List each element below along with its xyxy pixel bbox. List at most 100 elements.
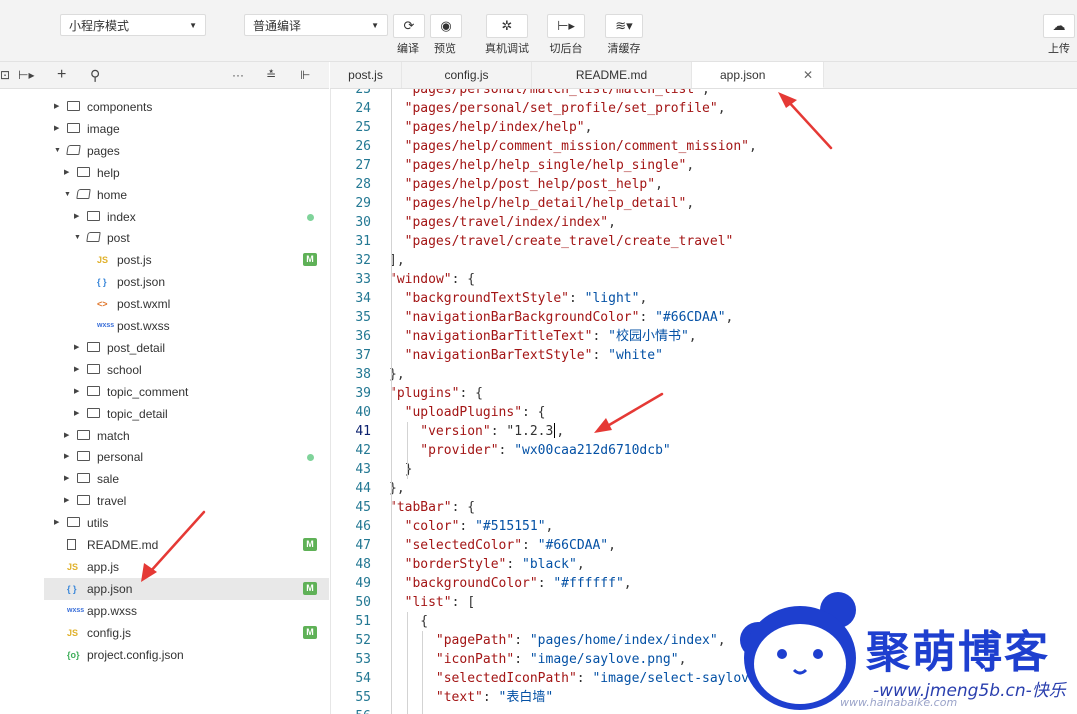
- chevron-right-icon[interactable]: ▶: [54, 96, 64, 118]
- sort-icon[interactable]: ≛: [266, 62, 276, 88]
- tree-item[interactable]: wxss post.wxss: [44, 315, 329, 337]
- line-number: 36: [355, 329, 371, 344]
- tree-item-label: utils: [87, 516, 109, 531]
- tree-item[interactable]: ▶ image: [44, 118, 329, 140]
- line-number: 29: [355, 196, 371, 211]
- code-line: "uploadPlugins": {: [404, 405, 546, 420]
- chevron-down-icon[interactable]: ▼: [54, 140, 64, 162]
- tree-item[interactable]: JS config.js M: [44, 622, 329, 644]
- tree-item[interactable]: ▼ post: [44, 227, 329, 249]
- chevron-right-icon[interactable]: ▶: [74, 337, 84, 359]
- tree-item[interactable]: ▶ utils: [44, 512, 329, 534]
- tree-item[interactable]: ▼ home: [44, 184, 329, 206]
- remote-debug-button[interactable]: ✲ 真机调试: [484, 14, 530, 56]
- tree-item[interactable]: ▶ topic_detail: [44, 403, 329, 425]
- tree-item[interactable]: ▶ travel: [44, 490, 329, 512]
- modified-badge: M: [303, 625, 317, 639]
- indent-guide: [390, 89, 392, 714]
- chevron-right-icon[interactable]: ▶: [64, 490, 74, 512]
- tree-item[interactable]: ▼ pages: [44, 140, 329, 162]
- line-number: 27: [355, 158, 371, 173]
- code-line: "selectedColor": "#66CDAA",: [404, 538, 616, 553]
- line-number: 56: [331, 707, 371, 714]
- compile-button[interactable]: ⟳ 编译: [393, 14, 425, 56]
- toolbar: 小程序模式 ▼ 普通编译 ▼ ⟳ 编译 ◉ 预览 ✲ 真机调试 ⊢▸ 切后台 ≋…: [0, 0, 1077, 62]
- code-line: "pages/travel/index/index",: [404, 215, 616, 230]
- chevron-right-icon[interactable]: ▶: [64, 425, 74, 447]
- tree-item[interactable]: JS post.js M: [44, 249, 329, 271]
- tree-item[interactable]: ▶ help: [44, 162, 329, 184]
- json-file-icon: { }: [67, 583, 77, 594]
- folder-open-icon: [66, 144, 81, 155]
- tree-item[interactable]: {o} project.config.json: [44, 644, 329, 666]
- preview-button[interactable]: ◉ 预览: [430, 14, 462, 56]
- folder-icon: [77, 495, 90, 506]
- chevron-down-icon: ▼: [371, 21, 379, 30]
- chevron-right-icon[interactable]: ▶: [74, 359, 84, 381]
- tab-app-json[interactable]: app.json ✕: [692, 62, 824, 88]
- folder-icon: [87, 385, 100, 396]
- folder-icon: [77, 429, 90, 440]
- line-number: 42: [355, 443, 371, 458]
- more-icon[interactable]: ···: [232, 62, 244, 88]
- tree-item[interactable]: <> post.wxml: [44, 293, 329, 315]
- watermark-footer: www.hainabaike.com: [840, 696, 958, 709]
- tree-item[interactable]: JS app.js: [44, 556, 329, 578]
- chevron-right-icon[interactable]: ▶: [74, 381, 84, 403]
- collapse-panel-icon[interactable]: ⊢▸: [18, 62, 34, 88]
- tree-item[interactable]: ▶ topic_comment: [44, 381, 329, 403]
- line-number: 48: [355, 557, 371, 572]
- layout-icon[interactable]: ⊡: [0, 62, 10, 88]
- tree-item[interactable]: README.md M: [44, 534, 329, 556]
- modified-badge: M: [303, 253, 317, 267]
- bug-icon: ✲: [486, 14, 528, 38]
- code-line: "pages/travel/create_travel/create_trave…: [404, 234, 734, 249]
- compile-select[interactable]: 普通编译 ▼: [244, 14, 388, 36]
- mode-select[interactable]: 小程序模式 ▼: [60, 14, 206, 36]
- chevron-right-icon[interactable]: ▶: [74, 206, 84, 228]
- add-file-icon[interactable]: +: [57, 62, 66, 88]
- clear-cache-button[interactable]: ≋▾ 清缓存: [604, 14, 644, 56]
- code-line: "pagePath": "pages/home/index/index",: [435, 633, 726, 648]
- collapse-all-icon[interactable]: ⊩: [300, 62, 310, 88]
- chevron-right-icon[interactable]: ▶: [54, 118, 64, 140]
- tree-item[interactable]: ▶ school: [44, 359, 329, 381]
- chevron-down-icon[interactable]: ▼: [74, 227, 84, 249]
- chevron-right-icon[interactable]: ▶: [64, 446, 74, 468]
- tree-item[interactable]: { } app.json M: [44, 577, 329, 600]
- tree-item-label: post.wxml: [117, 297, 171, 312]
- tree-item[interactable]: ▶ sale: [44, 468, 329, 490]
- background-switch-button[interactable]: ⊢▸ 切后台: [546, 14, 586, 56]
- upload-button[interactable]: ☁ 上传: [1042, 14, 1076, 56]
- tree-item[interactable]: ▶ personal: [44, 446, 329, 468]
- tree-item[interactable]: ▶ components: [44, 96, 329, 118]
- code-line: "list": [: [404, 595, 476, 610]
- tree-item-label: post.js: [117, 253, 152, 268]
- code-line: "pages/personal/match_list/match_list",: [404, 89, 710, 97]
- chevron-right-icon[interactable]: ▶: [54, 512, 64, 534]
- line-number: 45: [355, 500, 371, 515]
- search-icon[interactable]: ⚲: [90, 62, 100, 88]
- tree-item[interactable]: ▶ post_detail: [44, 337, 329, 359]
- tree-item[interactable]: { } post.json: [44, 271, 329, 293]
- chevron-down-icon[interactable]: ▼: [64, 184, 74, 206]
- line-number: 35: [355, 310, 371, 325]
- indent-guide: [406, 612, 408, 714]
- folder-icon: [67, 517, 80, 528]
- tree-item[interactable]: ▶ index: [44, 206, 329, 228]
- code-line: "color": "#515151",: [404, 519, 554, 534]
- chevron-right-icon[interactable]: ▶: [64, 162, 74, 184]
- change-indicator-dot: [307, 454, 314, 462]
- tree-item[interactable]: ▶ match: [44, 425, 329, 447]
- line-number: 52: [355, 633, 371, 648]
- tab-readme-md[interactable]: README.md: [532, 62, 692, 88]
- tab-config-js[interactable]: config.js: [402, 62, 532, 88]
- line-number: 38: [355, 367, 371, 382]
- code-line: "backgroundColor": "#ffffff",: [404, 576, 632, 591]
- close-icon[interactable]: ✕: [803, 62, 813, 88]
- chevron-right-icon[interactable]: ▶: [64, 468, 74, 490]
- folder-open-icon: [86, 232, 101, 243]
- chevron-right-icon[interactable]: ▶: [74, 403, 84, 425]
- tab-post-js[interactable]: post.js: [330, 62, 402, 88]
- tree-item[interactable]: wxss app.wxss: [44, 600, 329, 622]
